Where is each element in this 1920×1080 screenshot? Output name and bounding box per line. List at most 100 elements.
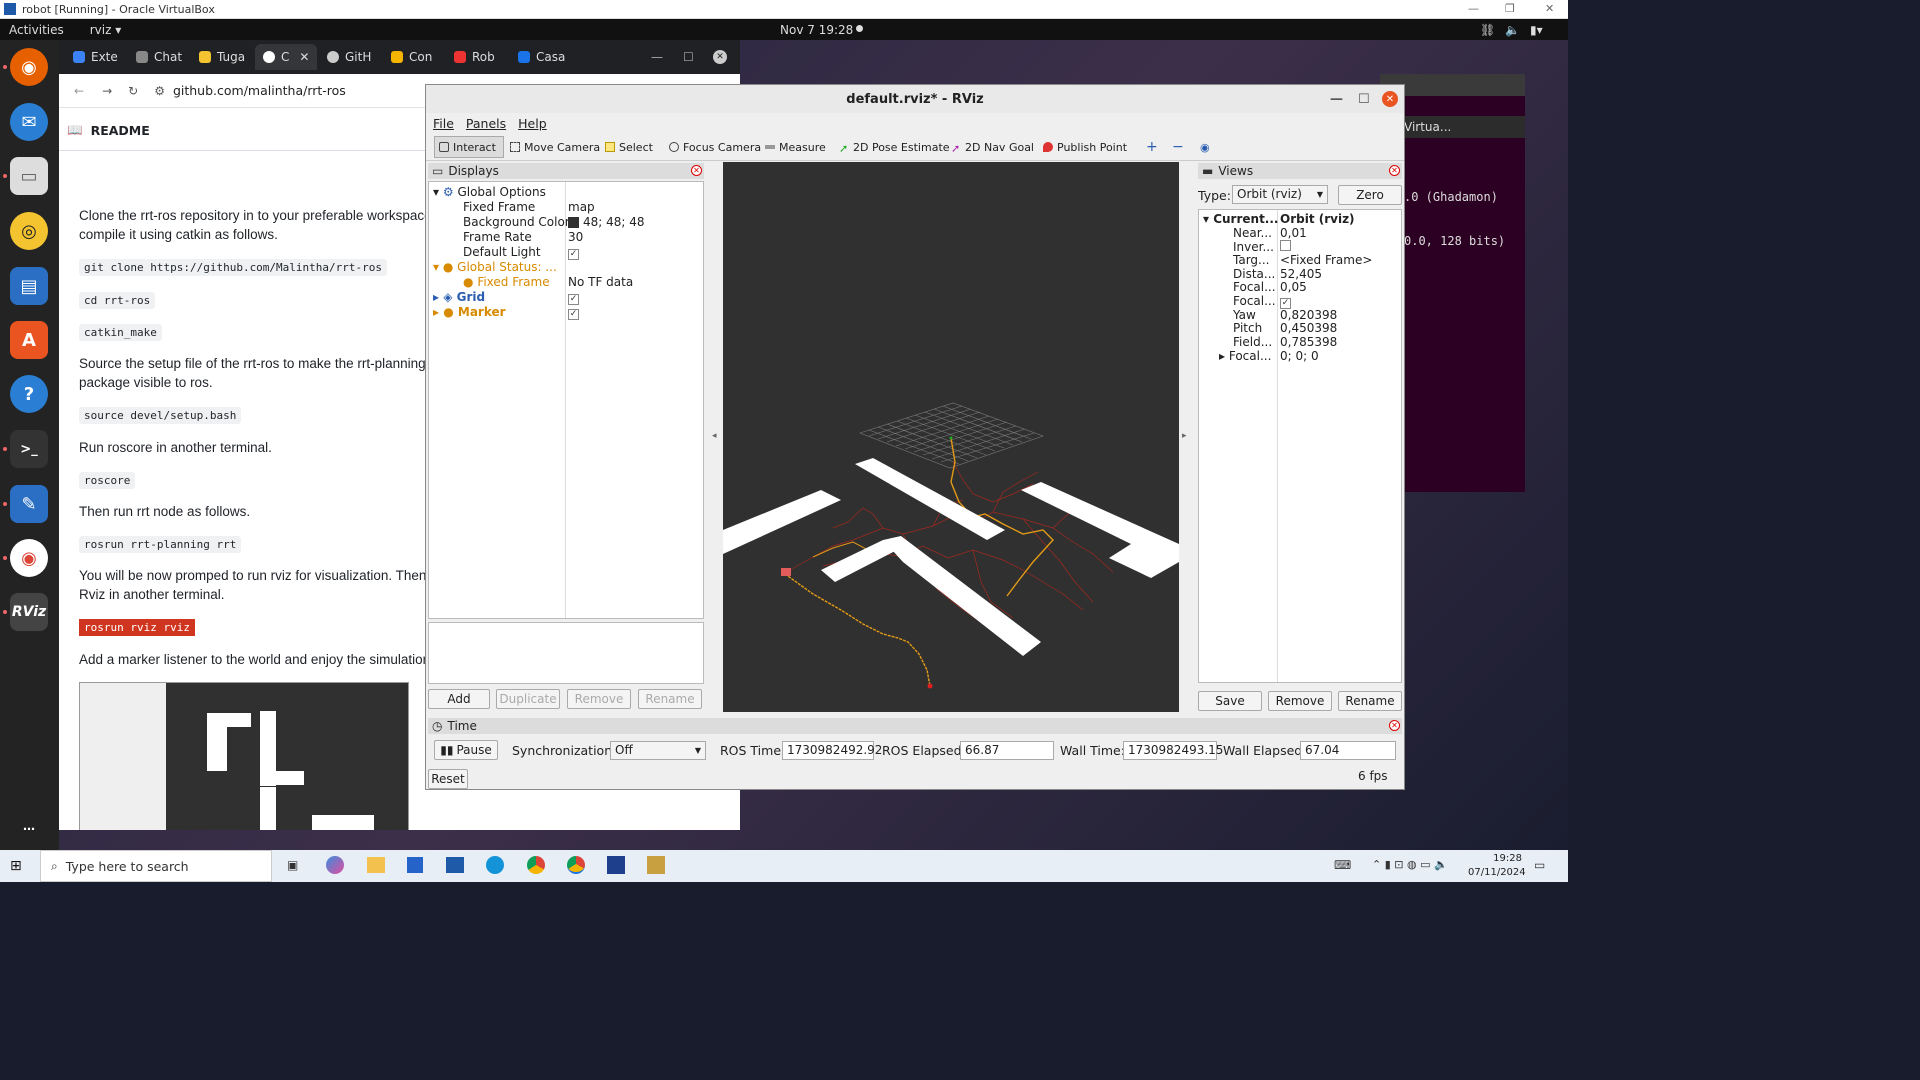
- tree-row-background-color[interactable]: Background Color: [463, 215, 570, 230]
- edge-icon[interactable]: [486, 856, 504, 874]
- forward-icon[interactable]: →: [102, 84, 112, 98]
- taskbar-time[interactable]: 19:28: [1482, 853, 1522, 864]
- zero-button[interactable]: Zero: [1338, 185, 1402, 205]
- app-menu[interactable]: rviz ▾: [90, 23, 122, 37]
- tool-measure[interactable]: Measure: [765, 138, 826, 156]
- virtualbox-taskbar-icon[interactable]: [607, 856, 625, 874]
- file-explorer-icon[interactable]: [367, 857, 385, 873]
- pause-button[interactable]: ▮▮ Pause: [434, 740, 498, 760]
- collapse-left-icon[interactable]: ◂: [712, 431, 717, 441]
- view-prop-label[interactable]: Targ...: [1233, 253, 1269, 268]
- view-prop-label[interactable]: Focal...: [1233, 294, 1276, 309]
- keyboard-icon[interactable]: ⌨: [1334, 858, 1351, 872]
- tab-youtube[interactable]: Rob: [454, 46, 495, 68]
- tree-row-grid[interactable]: ▸ ◈ Grid: [433, 290, 485, 305]
- taskbar-search[interactable]: ⌕ Type here to search: [40, 850, 272, 882]
- store-icon[interactable]: [407, 857, 423, 873]
- view-prop-value[interactable]: <Fixed Frame>: [1280, 253, 1372, 268]
- grid-checkbox[interactable]: ✓: [568, 290, 579, 305]
- chrome-taskbar-icon[interactable]: [527, 856, 545, 874]
- windows-start-icon[interactable]: ⊞: [10, 858, 22, 874]
- clock[interactable]: Nov 7 19:28: [780, 23, 853, 37]
- show-apps-icon[interactable]: ⋯: [10, 810, 48, 848]
- minimize-icon[interactable]: —: [651, 46, 663, 68]
- text-editor-icon[interactable]: ✎: [10, 485, 48, 523]
- view-type-select[interactable]: Orbit (rviz) ▼: [1232, 185, 1328, 204]
- tab-tuga[interactable]: Tuga: [199, 46, 245, 68]
- tab-github[interactable]: GitH: [327, 46, 371, 68]
- ros-elapsed-field[interactable]: 66.87: [960, 741, 1054, 760]
- view-prop-label[interactable]: Near...: [1233, 226, 1272, 241]
- tab-casa[interactable]: Casa: [518, 46, 565, 68]
- close-panel-icon[interactable]: ✕: [1389, 720, 1400, 731]
- tool-interact[interactable]: Interact: [434, 136, 504, 158]
- tree-row-marker[interactable]: ▸ ● Marker: [433, 305, 506, 320]
- site-info-icon[interactable]: ⚙: [154, 84, 165, 98]
- thunderbird-icon[interactable]: ✉: [10, 103, 48, 141]
- files-icon[interactable]: ▭: [10, 157, 48, 195]
- marker-checkbox[interactable]: ✓: [568, 305, 579, 320]
- tool-properties-icon[interactable]: ◉: [1200, 138, 1210, 156]
- tree-row-global-status[interactable]: ▾ ● Global Status: ...: [433, 260, 557, 275]
- rename-display-button[interactable]: Rename: [638, 689, 702, 709]
- task-view-icon[interactable]: ▣: [287, 858, 298, 872]
- rhythmbox-icon[interactable]: ◎: [10, 212, 48, 250]
- tree-row-fixed-frame[interactable]: Fixed Frame: [463, 200, 535, 215]
- battery-icon[interactable]: ▮▾: [1530, 23, 1543, 37]
- menu-help[interactable]: Help: [518, 116, 547, 131]
- wall-time-field[interactable]: 1730982493.15: [1123, 741, 1223, 760]
- tree-row-default-light[interactable]: Default Light: [463, 245, 541, 260]
- reset-button[interactable]: Reset: [428, 769, 468, 789]
- tree-row-current-view[interactable]: ▾ Current...: [1203, 212, 1278, 227]
- fixed-frame-value[interactable]: map: [568, 200, 595, 215]
- default-light-checkbox[interactable]: ✓: [568, 245, 579, 260]
- rviz-icon[interactable]: RViz: [10, 593, 48, 631]
- copilot-icon[interactable]: [326, 856, 344, 874]
- view-prop-label[interactable]: Focal...: [1233, 280, 1276, 295]
- chrome-profile-icon[interactable]: [567, 856, 585, 874]
- chrome-icon[interactable]: ◉: [10, 539, 48, 577]
- tab-drive[interactable]: Con: [391, 46, 432, 68]
- menu-panels[interactable]: Panels: [466, 116, 506, 131]
- tab-chat[interactable]: Chat: [136, 46, 182, 68]
- tool-publish-point[interactable]: Publish Point: [1043, 138, 1127, 156]
- minimize-icon[interactable]: —: [1468, 2, 1479, 15]
- terminal-icon[interactable]: >_: [10, 430, 48, 468]
- view-prop-value[interactable]: 0; 0; 0: [1280, 349, 1319, 364]
- remove-view-button[interactable]: Remove: [1268, 691, 1332, 711]
- add-display-button[interactable]: Add: [428, 689, 490, 709]
- focal-checkbox[interactable]: ✓: [1280, 294, 1291, 309]
- remove-display-button[interactable]: Remove: [567, 689, 631, 709]
- view-prop-label[interactable]: Pitch: [1233, 321, 1262, 336]
- writer-icon[interactable]: ▤: [10, 267, 48, 305]
- view-prop-value[interactable]: 0,450398: [1280, 321, 1337, 336]
- maximize-icon[interactable]: ☐: [683, 46, 694, 68]
- view-prop-label[interactable]: Field...: [1233, 335, 1272, 350]
- background-color-value[interactable]: 48; 48; 48: [568, 215, 645, 230]
- view-prop-value[interactable]: 0,05: [1280, 280, 1307, 295]
- tool-focus-camera[interactable]: Focus Camera: [669, 138, 761, 156]
- tree-row-focal-point[interactable]: ▸ Focal...: [1219, 349, 1271, 364]
- software-icon[interactable]: A: [10, 321, 48, 359]
- back-icon[interactable]: ←: [74, 84, 84, 98]
- tool-2d-pose-estimate[interactable]: ➚ 2D Pose Estimate: [839, 138, 950, 156]
- network-icon[interactable]: ⛓: [1480, 23, 1495, 37]
- tree-row-global-options[interactable]: ▾ ⚙ Global Options: [433, 185, 546, 200]
- tab-github-active[interactable]: C ✕: [255, 44, 317, 70]
- tool-select[interactable]: Select: [605, 138, 653, 156]
- duplicate-display-button[interactable]: Duplicate: [496, 689, 560, 709]
- close-icon[interactable]: ✕: [713, 50, 727, 64]
- close-icon[interactable]: ✕: [1382, 91, 1398, 107]
- taskbar-date[interactable]: 07/11/2024: [1468, 867, 1526, 878]
- tab-extensions[interactable]: Exte: [73, 46, 118, 68]
- wall-elapsed-field[interactable]: 67.04: [1300, 741, 1396, 760]
- tool-move-camera[interactable]: Move Camera: [510, 138, 600, 156]
- mail-icon[interactable]: [446, 857, 464, 873]
- remove-tool-icon[interactable]: −: [1172, 138, 1184, 156]
- add-tool-icon[interactable]: +: [1146, 138, 1158, 156]
- app-taskbar-icon[interactable]: [647, 856, 665, 874]
- volume-icon[interactable]: 🔈: [1505, 23, 1520, 37]
- url-field[interactable]: github.com/malintha/rrt-ros: [173, 83, 346, 98]
- view-prop-value[interactable]: 0,01: [1280, 226, 1307, 241]
- close-panel-icon[interactable]: ✕: [1389, 165, 1400, 176]
